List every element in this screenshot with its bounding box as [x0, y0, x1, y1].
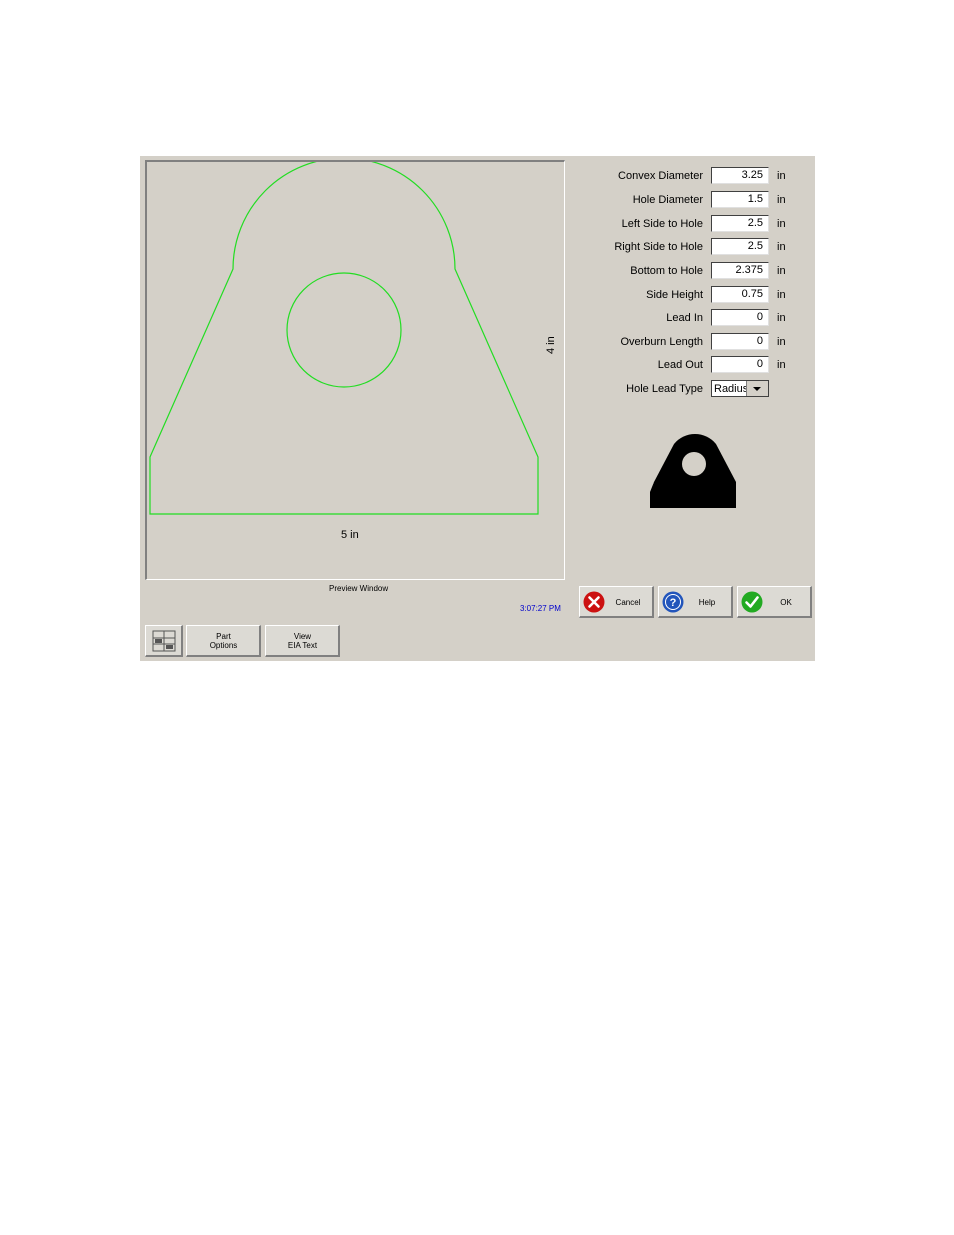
field-overburn-length: Overburn Length 0 in — [580, 333, 810, 351]
label-line-2: EIA Text — [287, 641, 318, 650]
field-lead-in: Lead In 0 in — [580, 309, 810, 327]
part-outline — [149, 162, 539, 515]
question-circle-icon: ? — [662, 591, 684, 613]
unit-label: in — [777, 194, 786, 206]
units-button[interactable] — [145, 625, 183, 657]
cancel-button[interactable]: Cancel — [579, 586, 654, 618]
part-options-label: Part Options — [187, 632, 260, 650]
convex-diameter-input[interactable]: 3.25 — [711, 167, 769, 184]
help-button[interactable]: ? Help — [658, 586, 733, 618]
help-label: Help — [698, 598, 716, 607]
view-eia-text-label: View EIA Text — [266, 632, 339, 650]
part-options-button[interactable]: Part Options — [186, 625, 261, 657]
hole-outline — [286, 272, 402, 388]
field-label: Convex Diameter — [618, 170, 703, 182]
unit-label: in — [777, 312, 786, 324]
label-line-2: Options — [209, 641, 238, 650]
label-line-1: Part — [216, 632, 231, 641]
field-convex-diameter: Convex Diameter 3.25 in — [580, 167, 810, 185]
field-hole-lead-type: Hole Lead Type Radius — [580, 380, 810, 398]
height-dimension-label: 4 in — [545, 336, 557, 354]
part-wizard-window: 5 in 4 in Preview Window 3:07:27 PM Conv… — [140, 156, 815, 661]
view-eia-text-button[interactable]: View EIA Text — [265, 625, 340, 657]
field-label: Lead Out — [657, 359, 703, 371]
field-lead-out: Lead Out 0 in — [580, 356, 810, 374]
field-label: Right Side to Hole — [614, 241, 703, 253]
unit-label: in — [777, 218, 786, 230]
field-bottom-to-hole: Bottom to Hole 2.375 in — [580, 262, 810, 280]
field-label: Side Height — [646, 289, 703, 301]
hole-diameter-input[interactable]: 1.5 — [711, 191, 769, 208]
selected-value: Radius — [714, 383, 749, 395]
field-label: Hole Diameter — [632, 194, 703, 206]
unit-label: in — [777, 241, 786, 253]
hole-lead-type-select[interactable]: Radius — [711, 380, 769, 397]
field-left-side-to-hole: Left Side to Hole 2.5 in — [580, 215, 810, 233]
left-side-to-hole-input[interactable]: 2.5 — [711, 215, 769, 232]
ok-label: OK — [780, 598, 792, 607]
unit-label: in — [777, 336, 786, 348]
units-grid-icon — [152, 630, 176, 652]
field-label: Overburn Length — [620, 336, 703, 348]
unit-label: in — [777, 265, 786, 277]
overburn-length-input[interactable]: 0 — [711, 333, 769, 350]
clock-display: 3:07:27 PM — [520, 604, 561, 613]
preview-window: 5 in 4 in — [145, 160, 565, 580]
preview-window-caption: Preview Window — [329, 584, 389, 593]
label-line-1: View — [293, 632, 312, 641]
chevron-down-icon[interactable] — [746, 381, 768, 396]
bottom-to-hole-input[interactable]: 2.375 — [711, 262, 769, 279]
svg-text:?: ? — [670, 597, 677, 609]
part-shape-thumbnail — [650, 433, 736, 508]
ok-button[interactable]: OK — [737, 586, 812, 618]
check-circle-icon — [741, 591, 763, 613]
part-preview-drawing — [149, 162, 539, 515]
field-label: Left Side to Hole — [621, 218, 703, 230]
width-dimension-label: 5 in — [341, 529, 359, 541]
unit-label: in — [777, 289, 786, 301]
unit-label: in — [777, 170, 786, 182]
field-label: Lead In — [666, 312, 703, 324]
field-hole-diameter: Hole Diameter 1.5 in — [580, 191, 810, 209]
field-side-height: Side Height 0.75 in — [580, 286, 810, 304]
x-circle-icon — [583, 591, 605, 613]
right-side-to-hole-input[interactable]: 2.5 — [711, 238, 769, 255]
lead-out-input[interactable]: 0 — [711, 356, 769, 373]
unit-label: in — [777, 359, 786, 371]
field-label: Bottom to Hole — [630, 265, 703, 277]
lead-in-input[interactable]: 0 — [711, 309, 769, 326]
field-label: Hole Lead Type — [626, 383, 703, 395]
field-right-side-to-hole: Right Side to Hole 2.5 in — [580, 238, 810, 256]
cancel-label: Cancel — [615, 598, 641, 607]
side-height-input[interactable]: 0.75 — [711, 286, 769, 303]
